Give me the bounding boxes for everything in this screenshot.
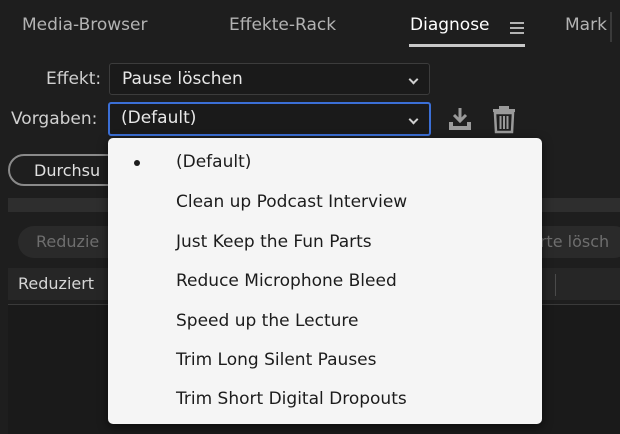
menu-item-trim-short-digital-dropouts[interactable]: Trim Short Digital Dropouts [108, 380, 542, 416]
presets-label: Vorgaben: [11, 109, 98, 129]
presets-dropdown[interactable]: (Default) [108, 102, 431, 136]
tab-effects-rack[interactable]: Effekte-Rack [229, 15, 336, 35]
effect-dropdown[interactable]: Pause löschen [109, 63, 430, 95]
panel-tab-bar: Media-Browser Effekte-Rack Diagnose Mark [0, 0, 620, 56]
tab-media-browser[interactable]: Media-Browser [22, 15, 147, 35]
tab-diagnose[interactable]: Diagnose [410, 15, 490, 35]
menu-item-default[interactable]: (Default) [108, 143, 542, 179]
menu-item-reduce-microphone-bleed[interactable]: Reduce Microphone Bleed [108, 262, 542, 298]
menu-item-just-keep-fun-parts[interactable]: Just Keep the Fun Parts [108, 223, 542, 259]
selected-bullet-icon [134, 160, 140, 166]
panel-menu-icon[interactable] [510, 22, 524, 34]
effect-value: Pause löschen [122, 69, 243, 89]
column-divider [555, 274, 556, 296]
save-preset-icon[interactable] [446, 105, 474, 133]
chevron-down-icon [408, 74, 419, 85]
presets-dropdown-menu: (Default) Clean up Podcast Interview Jus… [108, 138, 542, 424]
menu-item-trim-long-silent-pauses[interactable]: Trim Long Silent Pauses [108, 341, 542, 377]
tab-markers[interactable]: Mark [565, 15, 607, 35]
presets-value: (Default) [121, 108, 197, 128]
trash-icon[interactable] [490, 104, 518, 134]
menu-item-clean-up-podcast-interview[interactable]: Clean up Podcast Interview [108, 183, 542, 219]
active-tab-indicator [409, 44, 525, 47]
tab-divider [610, 12, 612, 42]
effect-label: Effekt: [46, 69, 102, 89]
column-header-reduced[interactable]: Reduziert [18, 274, 94, 293]
chevron-down-icon [408, 114, 419, 125]
menu-item-speed-up-lecture[interactable]: Speed up the Lecture [108, 302, 542, 338]
